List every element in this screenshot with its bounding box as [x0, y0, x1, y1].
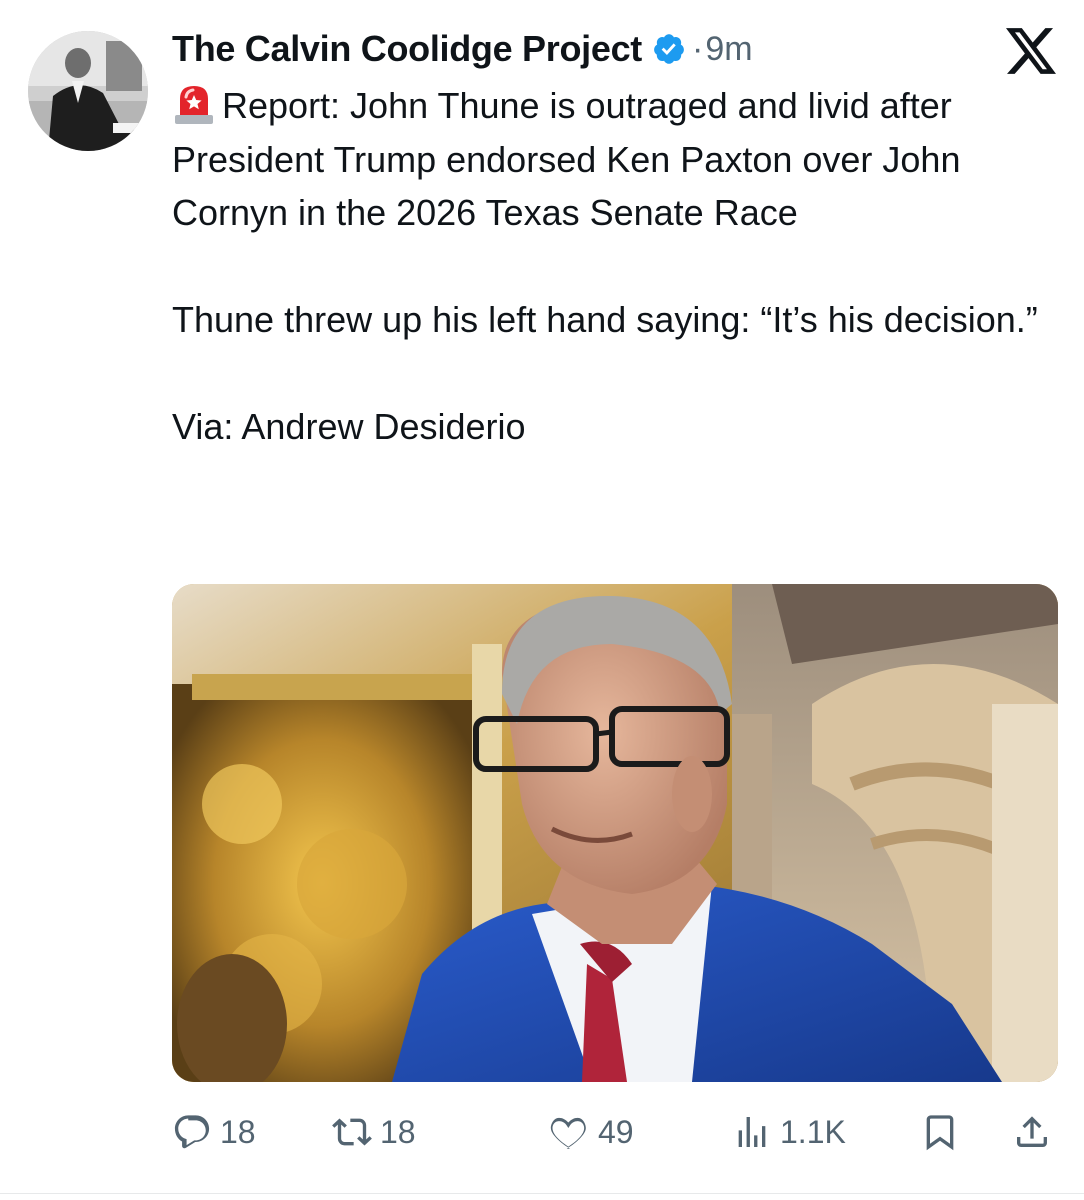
tweet-header: The Calvin Coolidge Project · 9m [172, 26, 753, 72]
police-siren-icon [175, 86, 213, 124]
header-separator: · [691, 29, 704, 68]
reply-icon [174, 1115, 210, 1149]
avatar-photo [28, 31, 148, 151]
bottom-divider [0, 1193, 1084, 1194]
photo-image [172, 584, 1058, 1082]
tweet-card[interactable]: The Calvin Coolidge Project · 9m Report:… [0, 0, 1084, 1200]
tweet-photo[interactable] [172, 584, 1058, 1082]
retweet-count: 18 [380, 1113, 416, 1150]
author-avatar[interactable] [28, 31, 148, 151]
bookmark-icon [926, 1115, 954, 1151]
views-button[interactable]: 1.1K [732, 1104, 846, 1160]
views-count: 1.1K [780, 1113, 846, 1150]
like-count: 49 [598, 1113, 634, 1150]
share-upload-icon [1017, 1116, 1047, 1147]
paragraph-via: Via: Andrew Desiderio [172, 406, 526, 447]
paragraph-quote: Thune threw up his left hand saying: “It… [172, 299, 1038, 340]
reply-button[interactable]: 18 [172, 1104, 256, 1160]
like-button[interactable]: 49 [550, 1104, 634, 1160]
tweet-action-bar: 18 18 49 1.1K [172, 1104, 1058, 1160]
tweet-text: Report: John Thune is outraged and livid… [172, 79, 1052, 454]
retweet-icon [332, 1118, 372, 1146]
verified-badge-icon[interactable] [652, 32, 686, 66]
author-display-name[interactable]: The Calvin Coolidge Project [172, 28, 642, 70]
timestamp[interactable]: 9m [705, 30, 752, 69]
paragraph-report: Report: John Thune is outraged and livid… [172, 85, 961, 233]
tweet-paragraph: Report: John Thune is outraged and livid… [172, 79, 1052, 240]
x-logo-icon [1006, 28, 1056, 74]
heart-icon [550, 1117, 586, 1149]
retweet-button[interactable]: 18 [332, 1104, 416, 1160]
bookmark-button[interactable] [920, 1104, 960, 1160]
share-button[interactable] [1012, 1104, 1052, 1160]
reply-count: 18 [220, 1113, 256, 1150]
views-chart-icon [738, 1117, 766, 1147]
